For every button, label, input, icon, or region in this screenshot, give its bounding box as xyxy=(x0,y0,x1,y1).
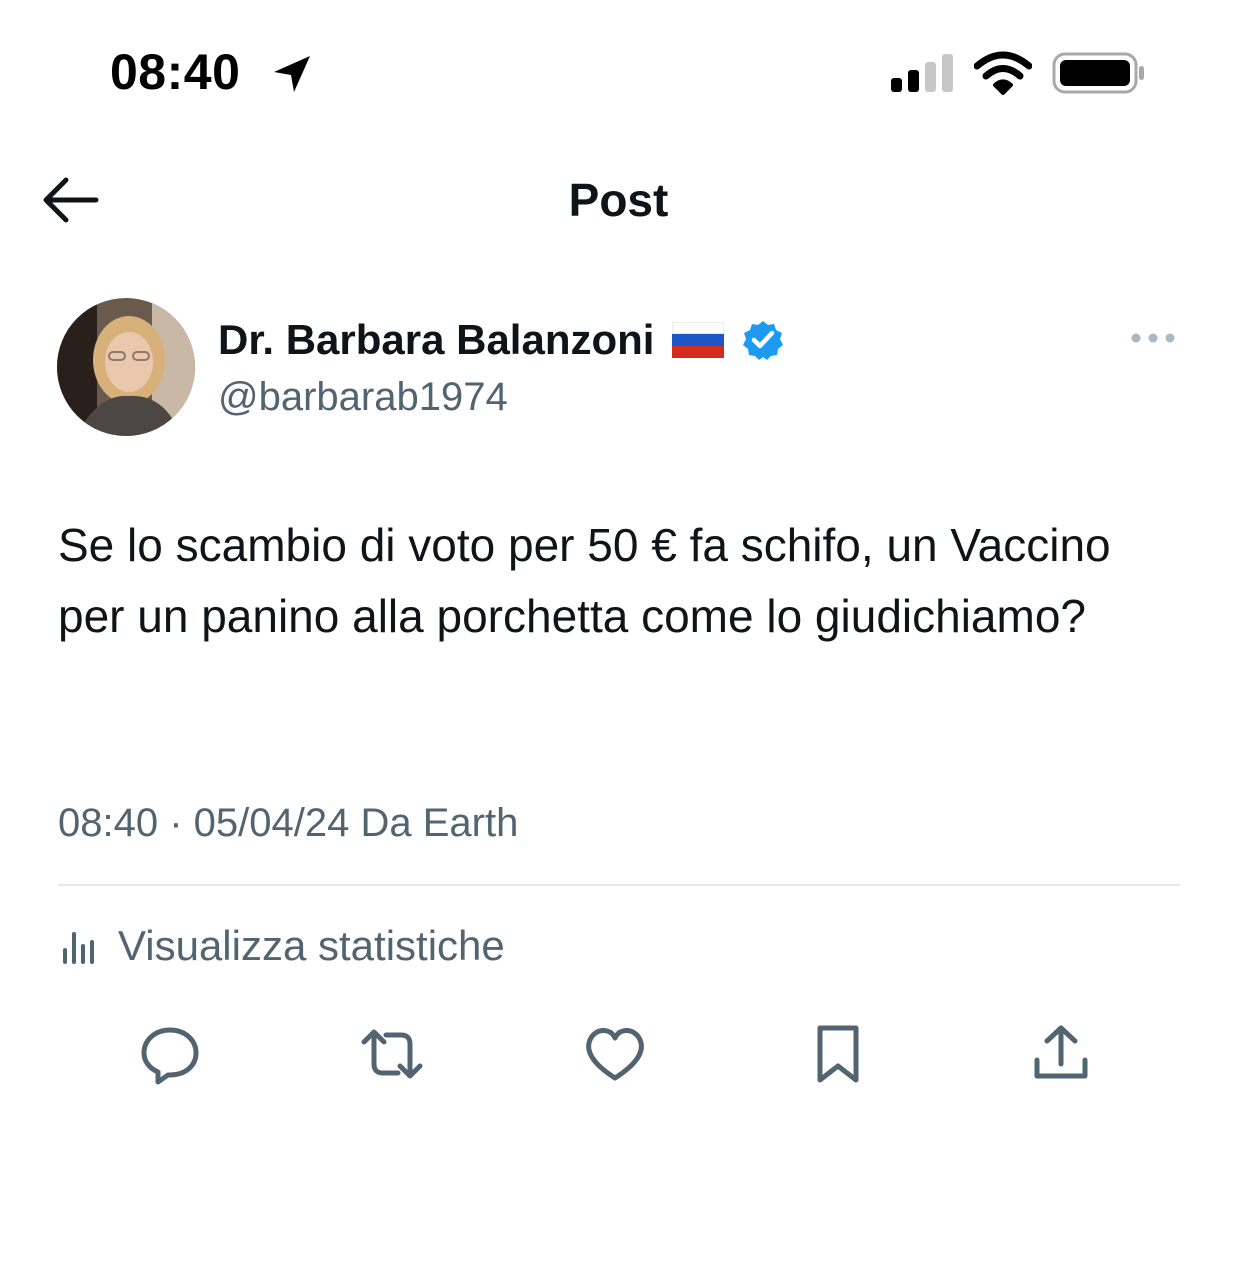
view-stats-link[interactable]: Visualizza statistiche xyxy=(60,918,505,974)
view-stats-label: Visualizza statistiche xyxy=(118,922,505,969)
share-icon xyxy=(1034,1025,1088,1079)
share-button[interactable] xyxy=(1029,1022,1093,1086)
like-icon xyxy=(586,1028,644,1081)
page-title: Post xyxy=(568,174,669,226)
avatar[interactable] xyxy=(57,298,195,436)
repost-button[interactable] xyxy=(360,1022,424,1086)
battery-icon xyxy=(1052,52,1144,94)
more-options-button[interactable] xyxy=(1128,322,1178,354)
more-horizontal-icon xyxy=(1131,333,1175,343)
bar-chart-icon xyxy=(63,932,94,964)
bookmark-button[interactable] xyxy=(806,1022,870,1086)
post-text: Se lo scambio di voto per 50 € fa schifo… xyxy=(58,519,1111,642)
verified-badge-icon xyxy=(743,321,784,360)
repost-icon xyxy=(361,1029,423,1079)
wifi-icon xyxy=(974,51,1032,95)
bookmark-icon xyxy=(817,1025,859,1083)
like-button[interactable] xyxy=(583,1022,647,1086)
author-name-row[interactable]: Dr. Barbara Balanzoni xyxy=(218,310,784,370)
cellular-signal-icon xyxy=(891,54,953,92)
author-display-name: Dr. Barbara Balanzoni xyxy=(218,316,655,363)
divider xyxy=(58,884,1180,886)
reply-icon xyxy=(141,1027,199,1085)
status-time: 08:40 xyxy=(110,44,241,100)
location-arrow-icon xyxy=(274,56,310,92)
author-handle[interactable]: @barbarab1974 xyxy=(218,370,508,424)
post-timestamp[interactable]: 08:40 · 05/04/24 Da Earth xyxy=(58,796,518,850)
reply-button[interactable] xyxy=(138,1022,202,1086)
russia-flag-icon xyxy=(672,322,725,358)
avatar-image xyxy=(57,298,195,436)
